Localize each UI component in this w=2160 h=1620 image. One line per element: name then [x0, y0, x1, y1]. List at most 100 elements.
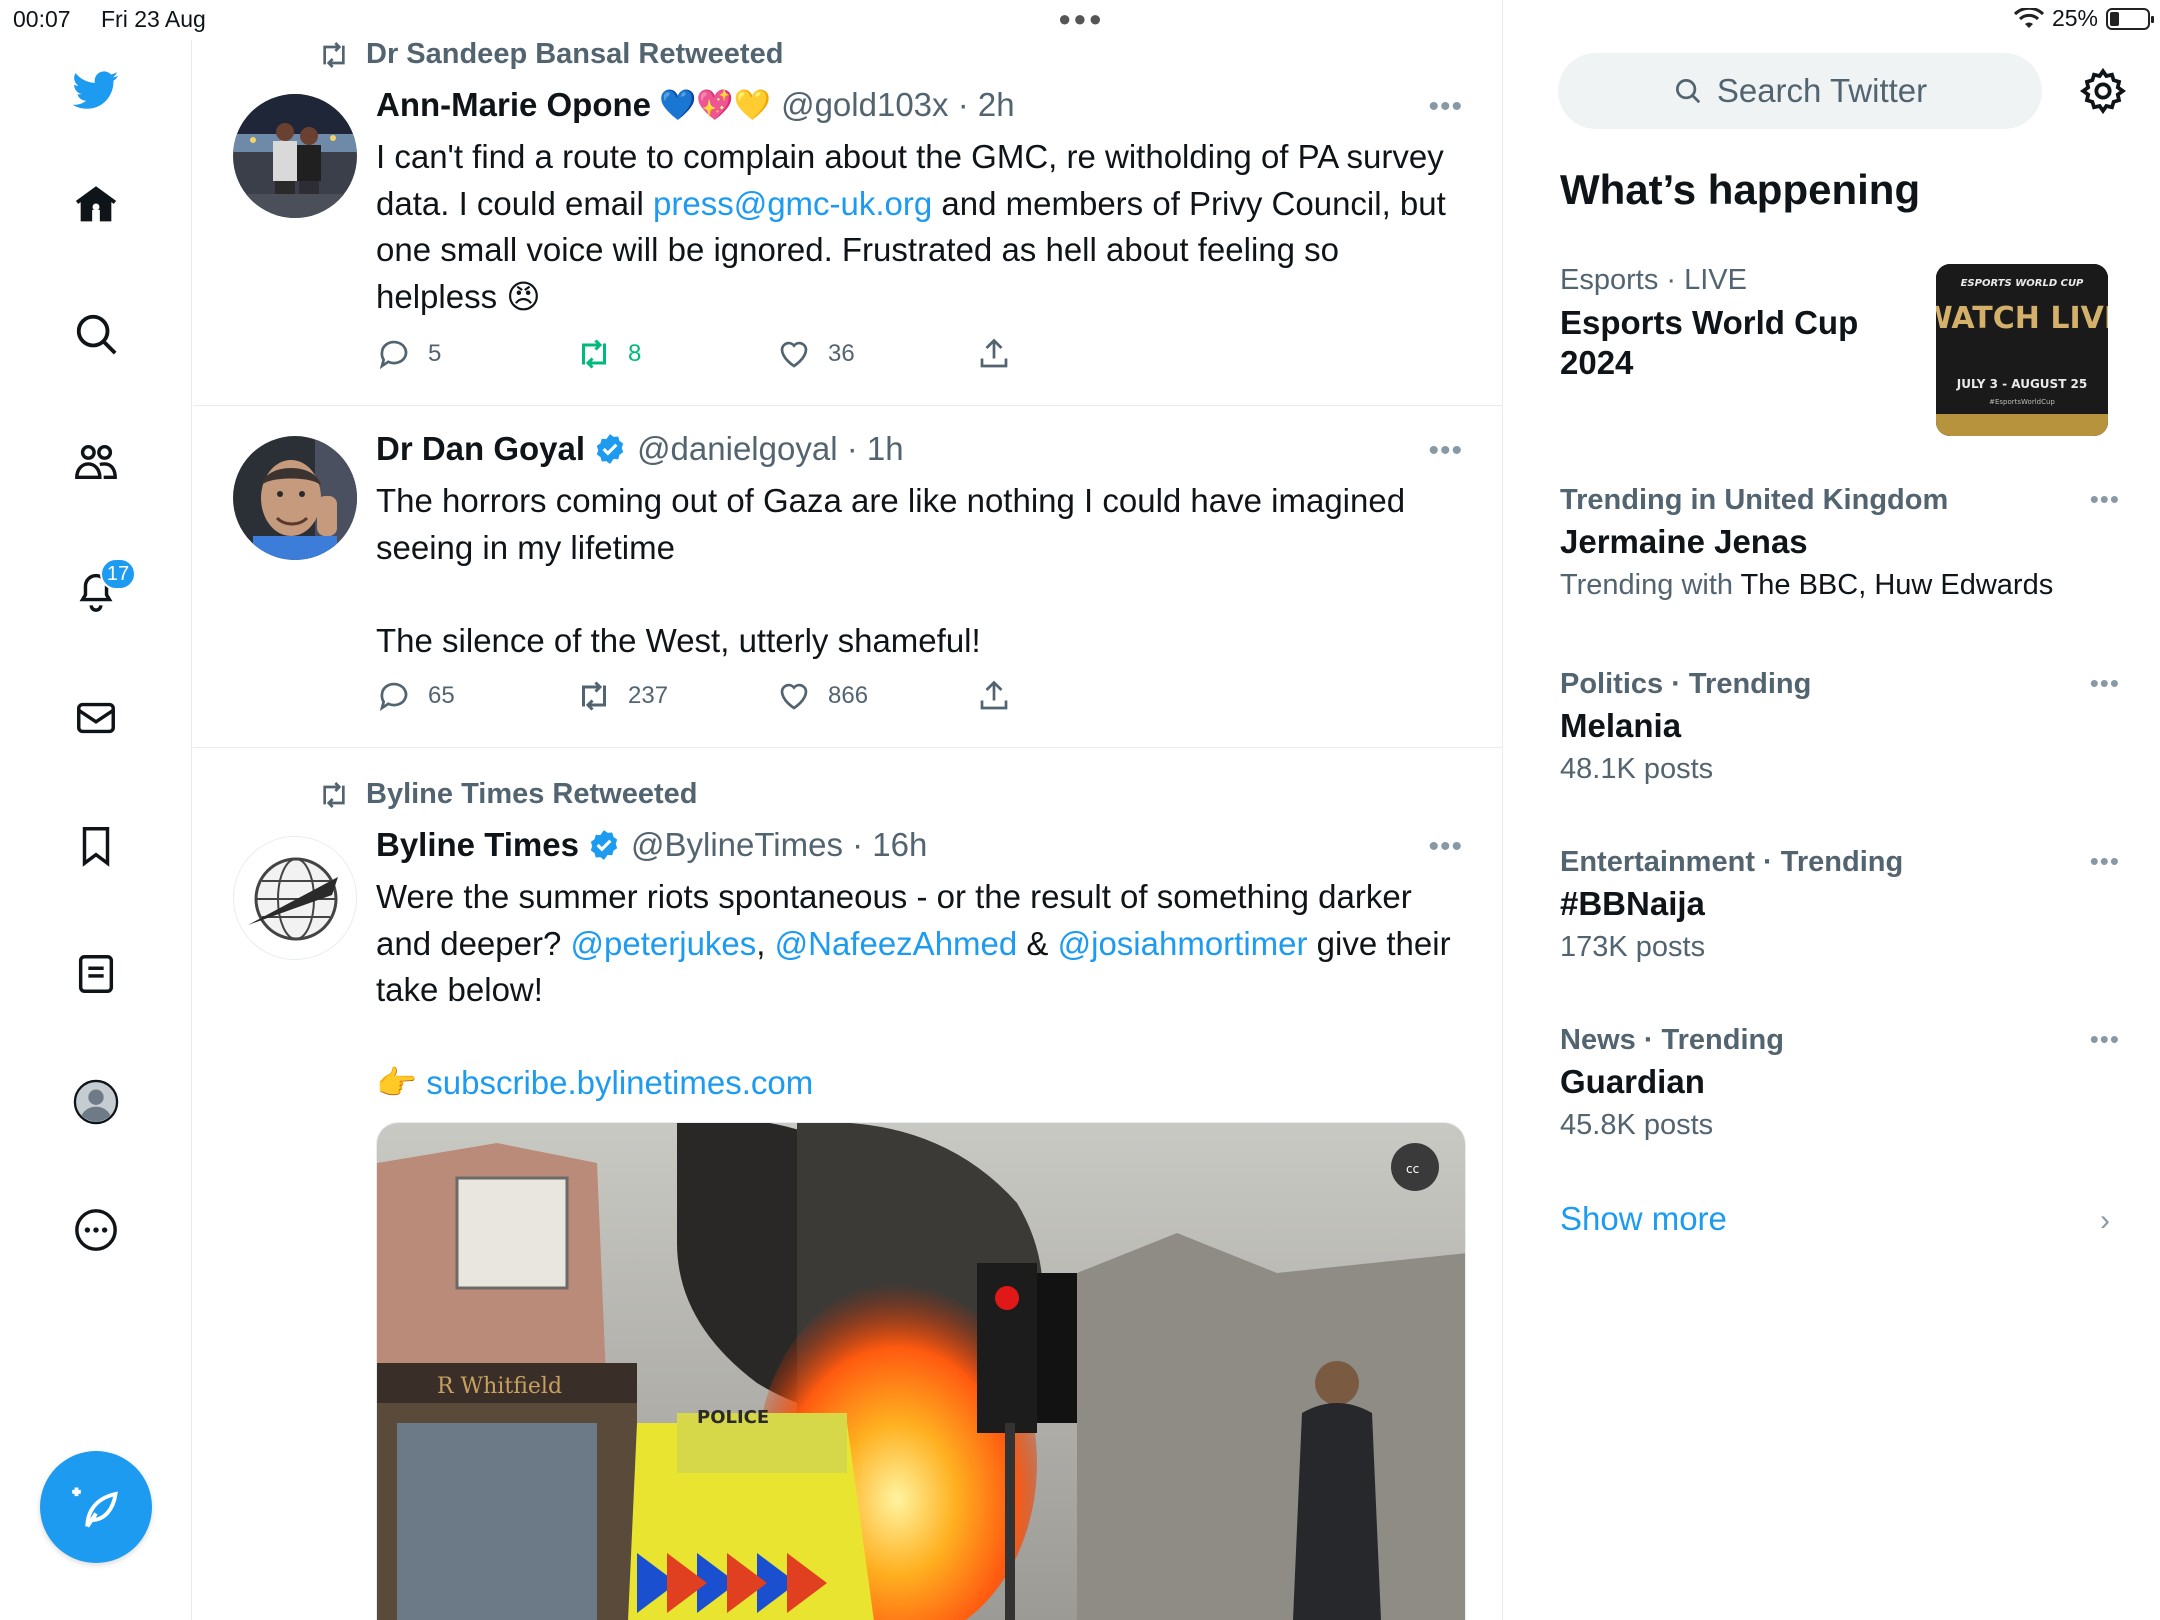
author-handle-time[interactable]: @danielgoyal · 1h	[637, 430, 904, 468]
trend-thumbnail[interactable]: ESPORTS WORLD CUP WATCH LIVE JULY 3 - AU…	[1936, 264, 2108, 436]
reply-count: 65	[428, 682, 455, 709]
search-input[interactable]: Search Twitter	[1558, 53, 2042, 129]
verified-badge-icon	[596, 434, 624, 464]
status-date: Fri 23 Aug	[101, 6, 206, 32]
compose-tweet-button[interactable]	[40, 1451, 152, 1563]
author-name[interactable]: Byline Times	[376, 826, 579, 864]
retweet-icon	[582, 681, 606, 711]
share-icon	[980, 338, 1008, 368]
search-placeholder: Search Twitter	[1716, 72, 1928, 109]
search-icon	[76, 314, 117, 355]
avatar[interactable]	[233, 94, 357, 218]
trend-more-icon[interactable]: •••	[2090, 1024, 2120, 1055]
nav-messages[interactable]	[56, 678, 136, 758]
angry-emoji: 😠	[506, 277, 541, 315]
retweet-context: Dr Sandeep Bansal Retweeted	[316, 38, 783, 71]
like-button[interactable]: 866	[776, 678, 976, 714]
nav-notifications[interactable]: 17	[56, 550, 136, 630]
trend-item[interactable]: Entertainment · Trending #BBNaija 173K p…	[1560, 846, 2120, 964]
twitter-logo-icon[interactable]	[56, 50, 136, 130]
nav-bookmarks[interactable]	[56, 806, 136, 886]
author-handle-time[interactable]: @gold103x · 2h	[781, 86, 1014, 124]
like-count: 36	[828, 340, 855, 367]
trend-more-icon[interactable]: •••	[2090, 846, 2120, 877]
tweet-video-media[interactable]: R Whitfield POLICE cc	[376, 1122, 1466, 1620]
mention-link[interactable]: @peterjukes	[571, 925, 757, 962]
reply-button[interactable]: 5	[376, 336, 576, 372]
trend-item[interactable]: Politics · Trending Melania 48.1K posts …	[1560, 668, 2120, 786]
search-icon	[1675, 79, 1701, 104]
retweeted-by-label[interactable]: Byline Times Retweeted	[366, 778, 697, 811]
nav-home[interactable]	[56, 166, 136, 246]
retweet-button[interactable]: 237	[576, 678, 776, 714]
whats-happening-title: What’s happening	[1560, 166, 1921, 213]
compose-feather-icon	[72, 1487, 118, 1528]
verified-badge-icon	[590, 830, 618, 860]
tweet-1[interactable]: Dr Sandeep Bansal Retweeted Ann-Marie Op…	[193, 0, 1503, 406]
pointing-emoji: 👉	[376, 1064, 418, 1101]
status-time: 00:07	[13, 6, 71, 32]
tweet-text: Were the summer riots spontaneous - or t…	[376, 878, 1451, 1101]
nav-explore[interactable]	[56, 294, 136, 374]
mail-icon	[77, 702, 115, 734]
tweet-text: I can't find a route to complain about t…	[376, 138, 1446, 315]
nav-profile[interactable]	[56, 1062, 136, 1142]
tweet-more-icon[interactable]: •••	[1428, 434, 1463, 468]
settings-gear-icon[interactable]	[2078, 66, 2128, 116]
tweet-actions: 65 237 866	[376, 678, 1012, 714]
avatar[interactable]	[233, 436, 357, 560]
home-icon	[75, 186, 117, 222]
trend-more-icon[interactable]: •••	[2090, 668, 2120, 699]
heart-icon	[780, 683, 808, 710]
list-icon	[78, 955, 114, 993]
retweet-count: 8	[628, 340, 642, 367]
right-sidebar: Search Twitter What’s happening Esports …	[1504, 0, 2160, 1620]
tweet-3[interactable]: Byline Times Retweeted Byline Times @Byl…	[193, 748, 1503, 1620]
trend-item[interactable]: Trending in United Kingdom Jermaine Jena…	[1560, 484, 2120, 602]
like-count: 866	[828, 682, 869, 709]
author-name[interactable]: Dr Dan Goyal	[376, 430, 585, 468]
tweet-2[interactable]: Dr Dan Goyal @danielgoyal · 1h ••• The h…	[193, 406, 1503, 748]
tweet-more-icon[interactable]: •••	[1428, 90, 1463, 124]
more-circle-icon	[75, 1209, 117, 1251]
notification-badge: 17	[100, 558, 136, 590]
reply-button[interactable]: 65	[376, 678, 576, 714]
police-van-text: POLICE	[697, 1407, 769, 1428]
retweet-context: Byline Times Retweeted	[316, 778, 697, 811]
svg-text:JULY 3 - AUGUST 25: JULY 3 - AUGUST 25	[1956, 377, 2088, 391]
mention-link[interactable]: @NafeezAhmed	[775, 925, 1018, 962]
chevron-right-icon: ›	[2100, 1204, 2110, 1237]
nav-lists[interactable]	[56, 934, 136, 1014]
avatar[interactable]	[233, 836, 357, 960]
tweet-more-icon[interactable]: •••	[1428, 830, 1463, 864]
email-link[interactable]: press@gmc-uk.org	[653, 185, 932, 222]
sidebar: 17	[0, 40, 192, 1620]
mention-link[interactable]: @josiahmortimer	[1058, 925, 1308, 962]
trend-title: Melania	[1560, 707, 1682, 744]
shop-sign-text: R Whitfield	[437, 1374, 562, 1399]
author-name[interactable]: Ann-Marie Opone	[376, 86, 651, 124]
nav-communities[interactable]	[56, 422, 136, 502]
nav-more[interactable]	[56, 1190, 136, 1270]
reply-count: 5	[428, 340, 442, 367]
retweet-icon	[582, 339, 606, 369]
svg-text:#EsportsWorldCup: #EsportsWorldCup	[1989, 398, 2055, 406]
profile-avatar-icon	[73, 1079, 119, 1125]
share-icon	[980, 680, 1008, 710]
retweeted-by-label[interactable]: Dr Sandeep Bansal Retweeted	[366, 38, 783, 71]
url-link[interactable]: subscribe.bylinetimes.com	[426, 1064, 813, 1101]
heart-icon	[780, 341, 808, 368]
share-button[interactable]	[976, 336, 1012, 372]
svg-text:WATCH LIVE: WATCH LIVE	[1936, 301, 2108, 336]
trend-more-icon[interactable]: •••	[2090, 484, 2120, 515]
share-button[interactable]	[976, 678, 1012, 714]
trend-item[interactable]: News · Trending Guardian 45.8K posts •••	[1560, 1024, 2120, 1142]
name-emojis: 💙💖💛	[659, 88, 772, 122]
show-more-link[interactable]: Show more ›	[1560, 1200, 2120, 1238]
trend-title: Jermaine Jenas	[1560, 523, 1808, 560]
like-button[interactable]: 36	[776, 336, 976, 372]
closed-captions-icon[interactable]: cc	[1406, 1162, 1419, 1176]
retweet-button[interactable]: 8	[576, 336, 776, 372]
trend-item[interactable]: Esports · LIVE Esports World Cup 2024	[1560, 264, 1920, 383]
author-handle-time[interactable]: @BylineTimes · 16h	[631, 826, 927, 864]
